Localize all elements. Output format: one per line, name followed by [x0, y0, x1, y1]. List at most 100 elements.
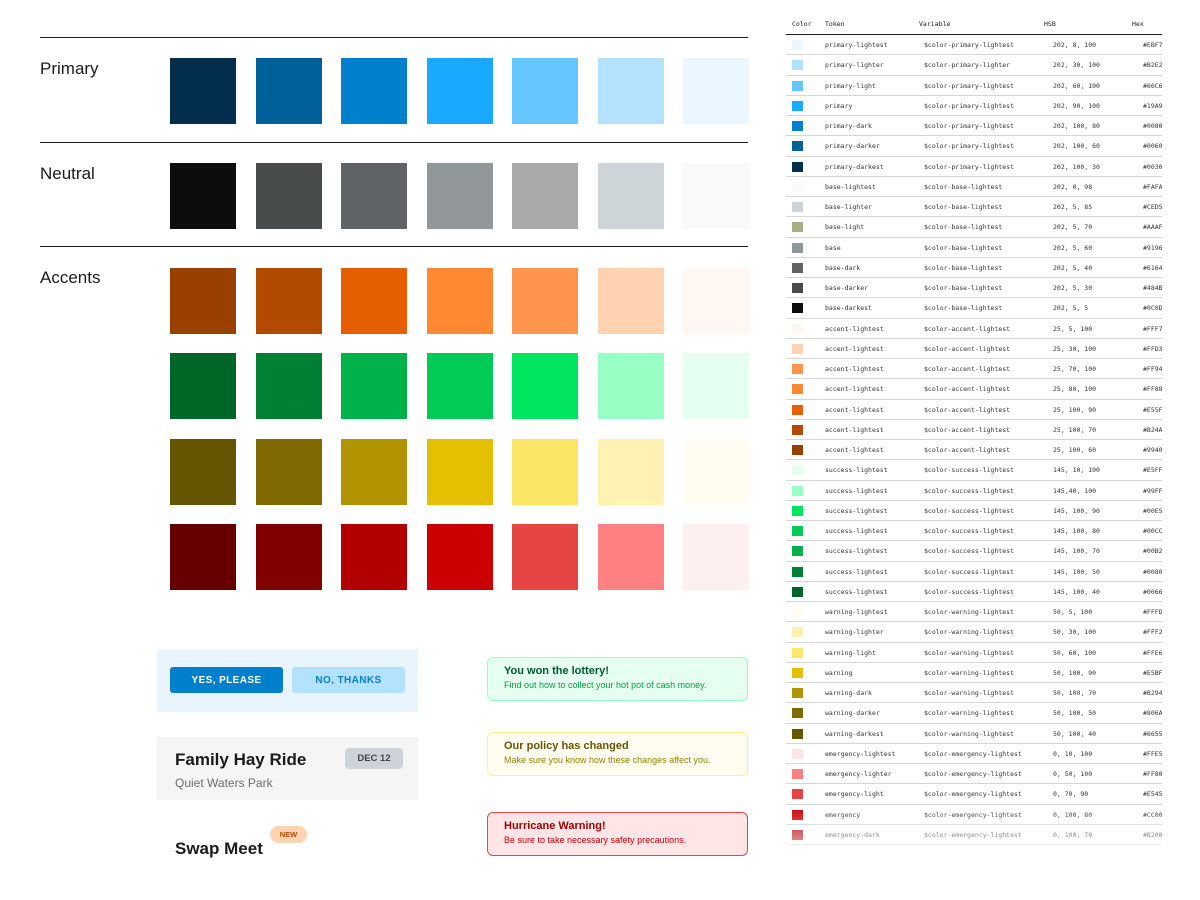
row-hex: #FFFDF2: [1143, 608, 1162, 616]
table-row[interactable]: accent-lightest $color-accent-lightest 25,…: [786, 359, 1162, 380]
color-swatch[interactable]: [597, 524, 664, 590]
table-row[interactable]: primary-darker $color-primary-lightest 202…: [786, 136, 1162, 157]
no-thanks-button[interactable]: NO, THANKS: [292, 667, 405, 693]
color-swatch[interactable]: [683, 58, 749, 124]
color-swatch[interactable]: [512, 58, 578, 124]
row-token: success-lightest: [825, 527, 888, 535]
row-color-swatch: [792, 404, 803, 415]
color-swatch[interactable]: [170, 163, 236, 229]
table-row[interactable]: base-light $color-base-lightest 202, 5, 70…: [786, 217, 1162, 238]
color-swatch[interactable]: [512, 439, 578, 505]
color-swatch[interactable]: [170, 268, 236, 334]
color-swatch[interactable]: [597, 58, 664, 124]
color-swatch[interactable]: [255, 58, 322, 124]
table-row[interactable]: base-darkest $color-base-lightest 202, 5, …: [786, 298, 1162, 319]
row-hex: #99FFC4: [1143, 486, 1162, 495]
color-swatch[interactable]: [426, 163, 493, 229]
table-row[interactable]: base-lightest $color-base-lightest 202, 0,…: [786, 177, 1162, 197]
color-swatch[interactable]: [255, 524, 322, 590]
table-row[interactable]: emergency-lighter $color-emergency-lighte…: [786, 764, 1162, 785]
table-row[interactable]: success-lightest $color-success-lightest 1…: [786, 501, 1162, 521]
table-row[interactable]: accent-lightest $color-accent-lightest 25,…: [786, 339, 1162, 359]
table-row[interactable]: warning-lighter $color-warning-lightest 50…: [786, 622, 1162, 643]
color-swatch[interactable]: [683, 268, 749, 334]
table-row[interactable]: accent-lightest $color-accent-lightest 25,…: [786, 379, 1162, 400]
color-swatch[interactable]: [426, 439, 493, 505]
color-swatch[interactable]: [341, 268, 407, 334]
color-swatch[interactable]: [683, 524, 749, 590]
color-swatch[interactable]: [683, 353, 749, 419]
table-row[interactable]: success-lightest $color-success-lightest 1…: [786, 541, 1162, 562]
color-swatch[interactable]: [170, 439, 236, 505]
color-swatch[interactable]: [255, 439, 322, 505]
color-swatch[interactable]: [426, 58, 493, 124]
row-variable: $color-success-lightest: [924, 587, 1015, 596]
table-row[interactable]: warning-light $color-warning-lightest 50, …: [786, 643, 1162, 663]
color-swatch[interactable]: [426, 353, 493, 419]
color-swatch[interactable]: [426, 524, 493, 590]
color-swatch[interactable]: [683, 439, 749, 505]
table-row[interactable]: warning-lightest $color-warning-lightest 5…: [786, 602, 1162, 623]
table-row[interactable]: accent-lightest $color-accent-lightest 25,…: [786, 319, 1162, 339]
color-swatch[interactable]: [170, 58, 236, 124]
palette-label-neutral: Neutral: [40, 164, 95, 183]
table-row[interactable]: success-lightest $color-success-lightest 1…: [786, 481, 1162, 501]
color-swatch[interactable]: [597, 353, 664, 419]
table-row[interactable]: accent-lightest $color-accent-lightest 25,…: [786, 440, 1162, 461]
table-row[interactable]: base-lighter $color-base-lightest 202, 5, …: [786, 197, 1162, 218]
table-row[interactable]: success-lightest $color-success-lightest 1…: [786, 460, 1162, 481]
row-hsb: 0, 100, 70: [1053, 830, 1093, 839]
color-swatch[interactable]: [341, 353, 407, 419]
color-swatch[interactable]: [426, 268, 493, 334]
table-row[interactable]: warning-darkest $color-warning-lightest 50…: [786, 724, 1162, 744]
event-card[interactable]: Family Hay Ride Quiet Waters Park DEC 12: [157, 737, 418, 800]
alert-body[interactable]: Find out how to collect your hot pot of …: [504, 680, 731, 690]
table-row[interactable]: emergency-light $color-emergency-lightest…: [786, 784, 1162, 805]
color-swatch[interactable]: [170, 524, 236, 590]
table-row[interactable]: warning-darker $color-warning-lightest 50,…: [786, 703, 1162, 724]
table-row[interactable]: accent-lightest $color-accent-lightest 25,…: [786, 400, 1162, 420]
table-row[interactable]: base-darker $color-base-lightest 202, 5, 3…: [786, 278, 1162, 299]
table-row[interactable]: success-lightest $color-success-lightest 1…: [786, 582, 1162, 602]
table-row[interactable]: emergency $color-emergency-lightest 0, 100…: [786, 805, 1162, 825]
color-swatch[interactable]: [341, 439, 407, 505]
color-swatch[interactable]: [512, 524, 578, 590]
table-row[interactable]: warning-dark $color-warning-lightest 50, 1…: [786, 683, 1162, 704]
date-badge: DEC 12: [345, 748, 403, 769]
table-row[interactable]: success-lightest $color-success-lightest 1…: [786, 521, 1162, 542]
color-swatch[interactable]: [170, 353, 236, 419]
row-color-swatch: [792, 262, 803, 273]
table-row[interactable]: base-dark $color-base-lightest 202, 5, 40 #…: [786, 258, 1162, 278]
table-row[interactable]: accent-lightest $color-accent-lightest 25,…: [786, 420, 1162, 440]
row-hsb: 202, 5, 40: [1053, 263, 1093, 272]
table-row[interactable]: warning $color-warning-lightest 50, 100, 9…: [786, 663, 1162, 683]
color-swatch[interactable]: [597, 268, 664, 334]
color-swatch[interactable]: [512, 268, 578, 334]
table-row[interactable]: primary-lighter $color-primary-lighter 202…: [786, 55, 1162, 76]
row-hex: #E54545: [1143, 790, 1162, 799]
color-swatch[interactable]: [341, 163, 407, 229]
color-swatch[interactable]: [255, 163, 322, 229]
table-row[interactable]: emergency-lightest $color-emergency-light…: [786, 744, 1162, 764]
color-swatch[interactable]: [683, 163, 749, 229]
table-row[interactable]: success-lightest $color-success-lightest 1…: [786, 562, 1162, 582]
table-row[interactable]: primary $color-primary-lightest 202, 90, 1…: [786, 96, 1162, 116]
color-swatch[interactable]: [255, 268, 322, 334]
color-swatch[interactable]: [255, 353, 322, 419]
color-swatch[interactable]: [512, 353, 578, 419]
color-swatch[interactable]: [597, 163, 664, 229]
row-color-swatch: [792, 465, 803, 476]
color-swatch[interactable]: [341, 58, 407, 124]
table-row[interactable]: primary-darkest $color-primary-lightest 20…: [786, 157, 1162, 177]
color-swatch[interactable]: [341, 524, 407, 590]
row-hex: #FF8080: [1143, 770, 1162, 778]
table-row[interactable]: base $color-base-lightest 202, 5, 60 #91969…: [786, 238, 1162, 258]
color-swatch[interactable]: [597, 439, 664, 505]
table-row[interactable]: primary-light $color-primary-lightest 202,…: [786, 76, 1162, 96]
table-row[interactable]: primary-dark $color-primary-lightest 202, …: [786, 116, 1162, 137]
yes-please-button[interactable]: YES, PLEASE: [170, 667, 283, 693]
event-title: Family Hay Ride: [175, 750, 307, 769]
table-row[interactable]: emergency-dark $color-emergency-lightest 0…: [786, 825, 1162, 845]
color-swatch[interactable]: [512, 163, 578, 229]
table-row[interactable]: primary-lightest $color-primary-lightest 2…: [786, 35, 1162, 56]
